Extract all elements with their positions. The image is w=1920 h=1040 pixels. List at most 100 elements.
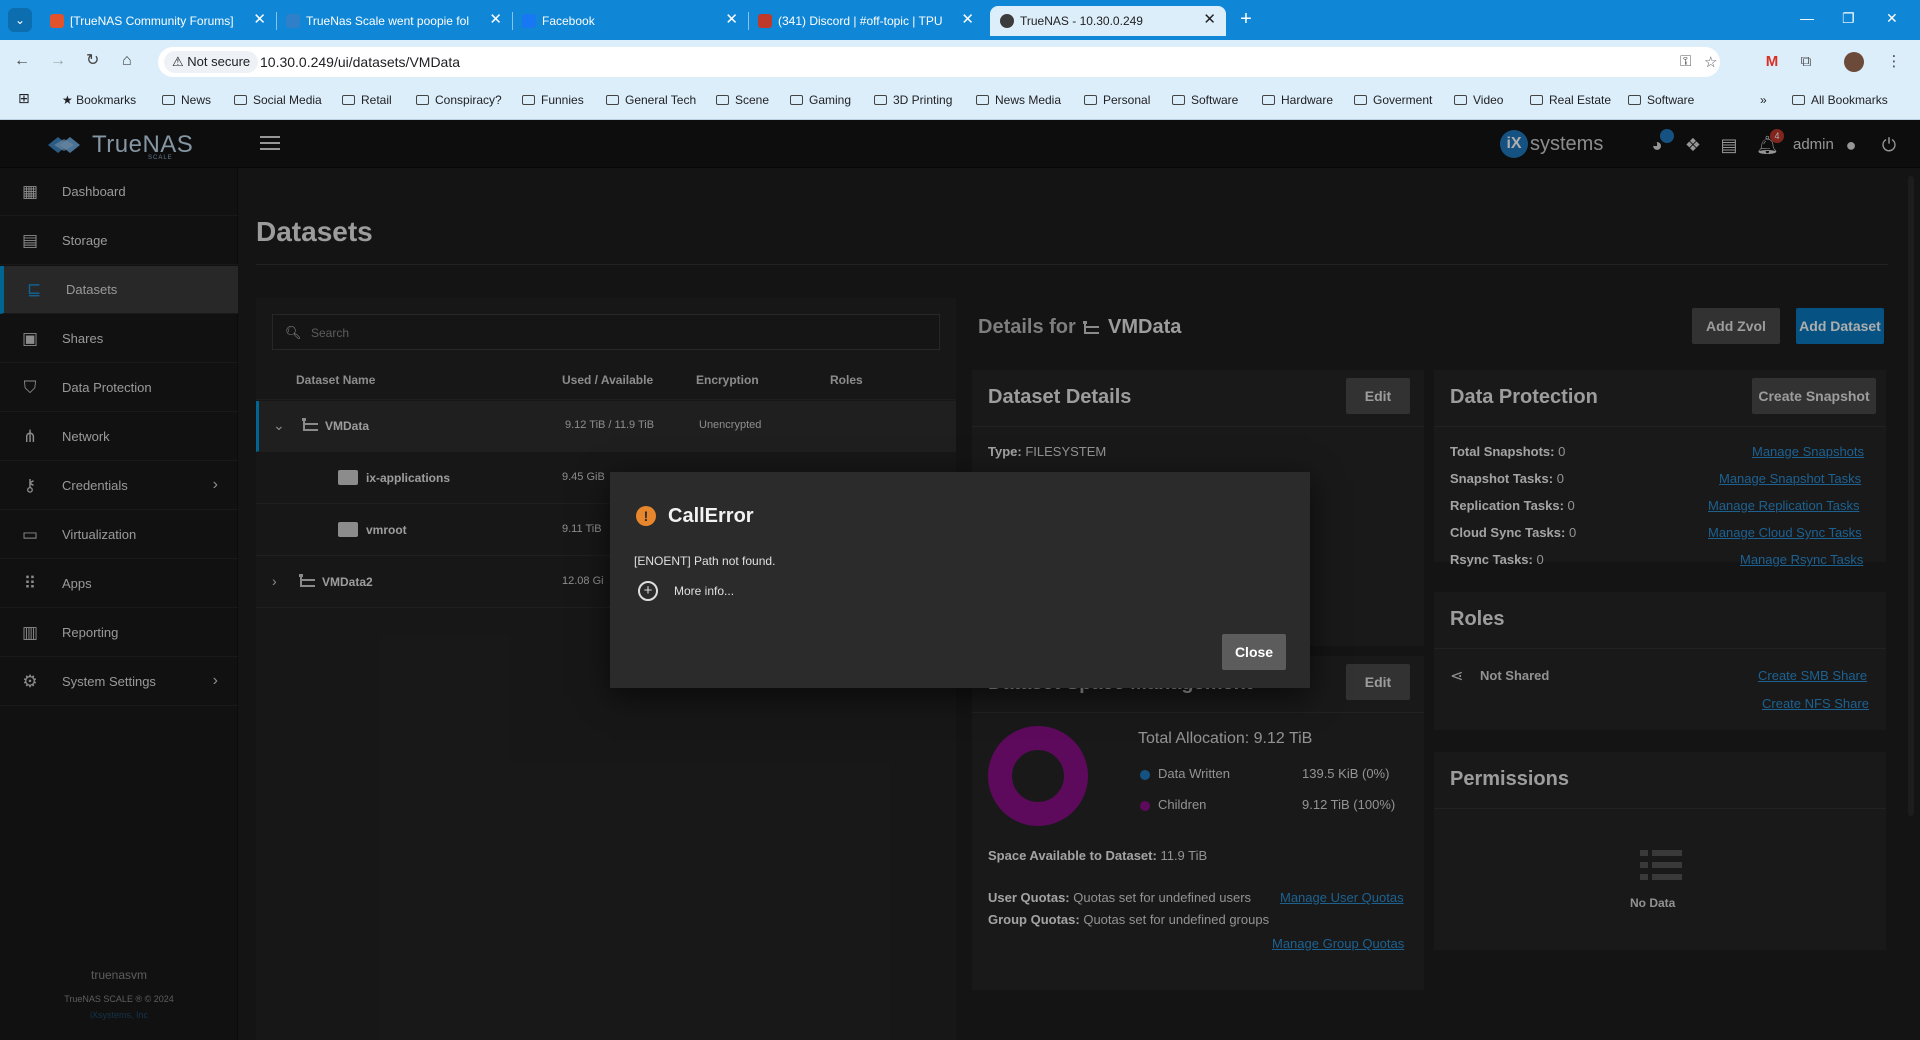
bookmark-folder[interactable]: Personal xyxy=(1084,93,1150,107)
browser-tab[interactable]: [TrueNAS Community Forums] ✕ xyxy=(40,6,277,36)
folder-icon xyxy=(1530,95,1543,105)
folder-icon xyxy=(1354,95,1367,105)
folder-icon xyxy=(1792,95,1805,105)
bookmark-label: News xyxy=(181,93,212,107)
bookmark-label: Personal xyxy=(1103,93,1151,107)
browser-tab[interactable]: (341) Discord | #off-topic | TPU ✕ xyxy=(748,6,984,36)
restore-icon[interactable]: ❐ xyxy=(1842,10,1855,27)
bookmark-folder[interactable]: Goverment xyxy=(1354,93,1432,107)
facebook-favicon-icon xyxy=(522,14,536,28)
close-button[interactable]: Close xyxy=(1222,634,1286,670)
bookmark-folder[interactable]: 3D Printing xyxy=(874,93,952,107)
forward-icon[interactable]: → xyxy=(50,52,66,70)
bookmark-label: Software xyxy=(1191,93,1239,107)
bookmark-label: General Tech xyxy=(625,93,697,107)
password-key-icon[interactable]: ⚿ xyxy=(1680,53,1691,70)
address-bar[interactable]: ⚠ Not secure 10.30.0.249/ui/datasets/VMD… xyxy=(158,47,1720,77)
bookmark-label: Real Estate xyxy=(1549,93,1612,107)
bookmarks-bar: ⊞ ★ Bookmarks News Social Media Retail C… xyxy=(0,84,1920,120)
tab-title: (341) Discord | #off-topic | TPU xyxy=(778,14,943,28)
discord-favicon-icon xyxy=(758,14,772,28)
bookmark-item[interactable]: ★ Bookmarks xyxy=(62,93,136,107)
folder-icon xyxy=(1628,95,1641,105)
bookmark-folder[interactable]: Scene xyxy=(716,93,769,107)
minimize-icon[interactable]: — xyxy=(1800,10,1814,26)
bookmark-folder[interactable]: Retail xyxy=(342,93,392,107)
bookmark-folder[interactable]: Software xyxy=(1172,93,1238,107)
home-icon[interactable]: ⌂ xyxy=(122,52,132,70)
close-tab-icon[interactable]: ✕ xyxy=(1203,12,1216,28)
bookmark-folder[interactable]: Software xyxy=(1628,93,1694,107)
close-tab-icon[interactable]: ✕ xyxy=(961,12,974,28)
favicon-icon xyxy=(50,14,64,28)
bookmark-label: Software xyxy=(1647,93,1695,107)
browser-toolbar: ← → ↻ ⌂ ⚠ Not secure 10.30.0.249/ui/data… xyxy=(0,40,1920,84)
tab-title: Facebook xyxy=(542,14,595,28)
folder-icon xyxy=(1454,95,1467,105)
bookmark-label: Video xyxy=(1473,93,1504,107)
bookmark-folder[interactable]: Real Estate xyxy=(1530,93,1611,107)
tab-title: [TrueNAS Community Forums] xyxy=(70,14,234,28)
error-message: [ENOENT] Path not found. xyxy=(634,554,776,568)
bookmark-label: Scene xyxy=(735,93,770,107)
folder-icon xyxy=(1172,95,1185,105)
close-tab-icon[interactable]: ✕ xyxy=(489,12,502,28)
bookmark-label: 3D Printing xyxy=(893,93,953,107)
browser-tab[interactable]: Facebook ✕ xyxy=(512,6,749,36)
expand-plus-icon[interactable]: + xyxy=(638,581,658,601)
url-text: 10.30.0.249/ui/datasets/VMData xyxy=(260,54,461,70)
bookmark-label: Social Media xyxy=(253,93,322,107)
browser-tab-active[interactable]: TrueNAS - 10.30.0.249 ✕ xyxy=(990,6,1226,36)
bookmarks-overflow-icon[interactable]: » xyxy=(1760,93,1767,107)
bookmark-folder[interactable]: Gaming xyxy=(790,93,851,107)
bookmark-label: Gaming xyxy=(809,93,852,107)
favicon-icon xyxy=(286,14,300,28)
bookmark-folder[interactable]: Video xyxy=(1454,93,1503,107)
folder-icon xyxy=(234,95,247,105)
bookmark-folder[interactable]: General Tech xyxy=(606,93,696,107)
profile-avatar[interactable] xyxy=(1844,52,1864,72)
bookmark-folder[interactable]: News xyxy=(162,93,211,107)
bookmark-label: All Bookmarks xyxy=(1811,93,1888,107)
tab-title: TrueNas Scale went poopie fol xyxy=(306,14,469,28)
bookmark-folder[interactable]: Social Media xyxy=(234,93,322,107)
folder-icon xyxy=(606,95,619,105)
browser-tab-strip: ⌄ [TrueNAS Community Forums] ✕ TrueNas S… xyxy=(0,0,1920,40)
close-tab-icon[interactable]: ✕ xyxy=(253,12,266,28)
extensions-icon[interactable]: ⧉ xyxy=(1796,52,1816,72)
folder-icon xyxy=(874,95,887,105)
reload-icon[interactable]: ↻ xyxy=(86,52,99,70)
close-window-icon[interactable]: ✕ xyxy=(1886,10,1898,27)
browser-menu-icon[interactable]: ⋮ xyxy=(1884,52,1904,72)
apps-grid-icon[interactable]: ⊞ xyxy=(18,90,30,107)
bookmark-label: Hardware xyxy=(1281,93,1334,107)
folder-icon xyxy=(716,95,729,105)
browser-tab[interactable]: TrueNas Scale went poopie fol ✕ xyxy=(276,6,513,36)
new-tab-button[interactable]: + xyxy=(1234,8,1258,32)
not-secure-badge[interactable]: ⚠ Not secure xyxy=(164,51,259,73)
warning-icon: ! xyxy=(636,506,656,526)
bookmark-folder[interactable]: News Media xyxy=(976,93,1061,107)
dialog-title: CallError xyxy=(668,505,754,527)
bookmark-label: Bookmarks xyxy=(76,93,137,107)
folder-icon xyxy=(162,95,175,105)
tab-search-button[interactable]: ⌄ xyxy=(8,8,32,32)
folder-icon xyxy=(976,95,989,105)
all-bookmarks-folder[interactable]: All Bookmarks xyxy=(1792,93,1888,107)
more-info-toggle[interactable]: More info... xyxy=(674,584,734,598)
bookmark-label: Conspiracy? xyxy=(435,93,502,107)
close-tab-icon[interactable]: ✕ xyxy=(725,12,738,28)
bookmark-star-icon[interactable]: ☆ xyxy=(1704,53,1717,71)
bookmark-folder[interactable]: Hardware xyxy=(1262,93,1333,107)
truenas-favicon-icon xyxy=(1000,14,1014,28)
bookmark-label: Retail xyxy=(361,93,392,107)
back-icon[interactable]: ← xyxy=(14,52,30,70)
gmail-extension-icon[interactable]: M xyxy=(1762,52,1782,72)
folder-icon xyxy=(1084,95,1097,105)
folder-icon xyxy=(416,95,429,105)
folder-icon xyxy=(790,95,803,105)
tab-title: TrueNAS - 10.30.0.249 xyxy=(1020,14,1143,28)
bookmark-folder[interactable]: Conspiracy? xyxy=(416,93,502,107)
bookmark-folder[interactable]: Funnies xyxy=(522,93,584,107)
folder-icon xyxy=(1262,95,1275,105)
